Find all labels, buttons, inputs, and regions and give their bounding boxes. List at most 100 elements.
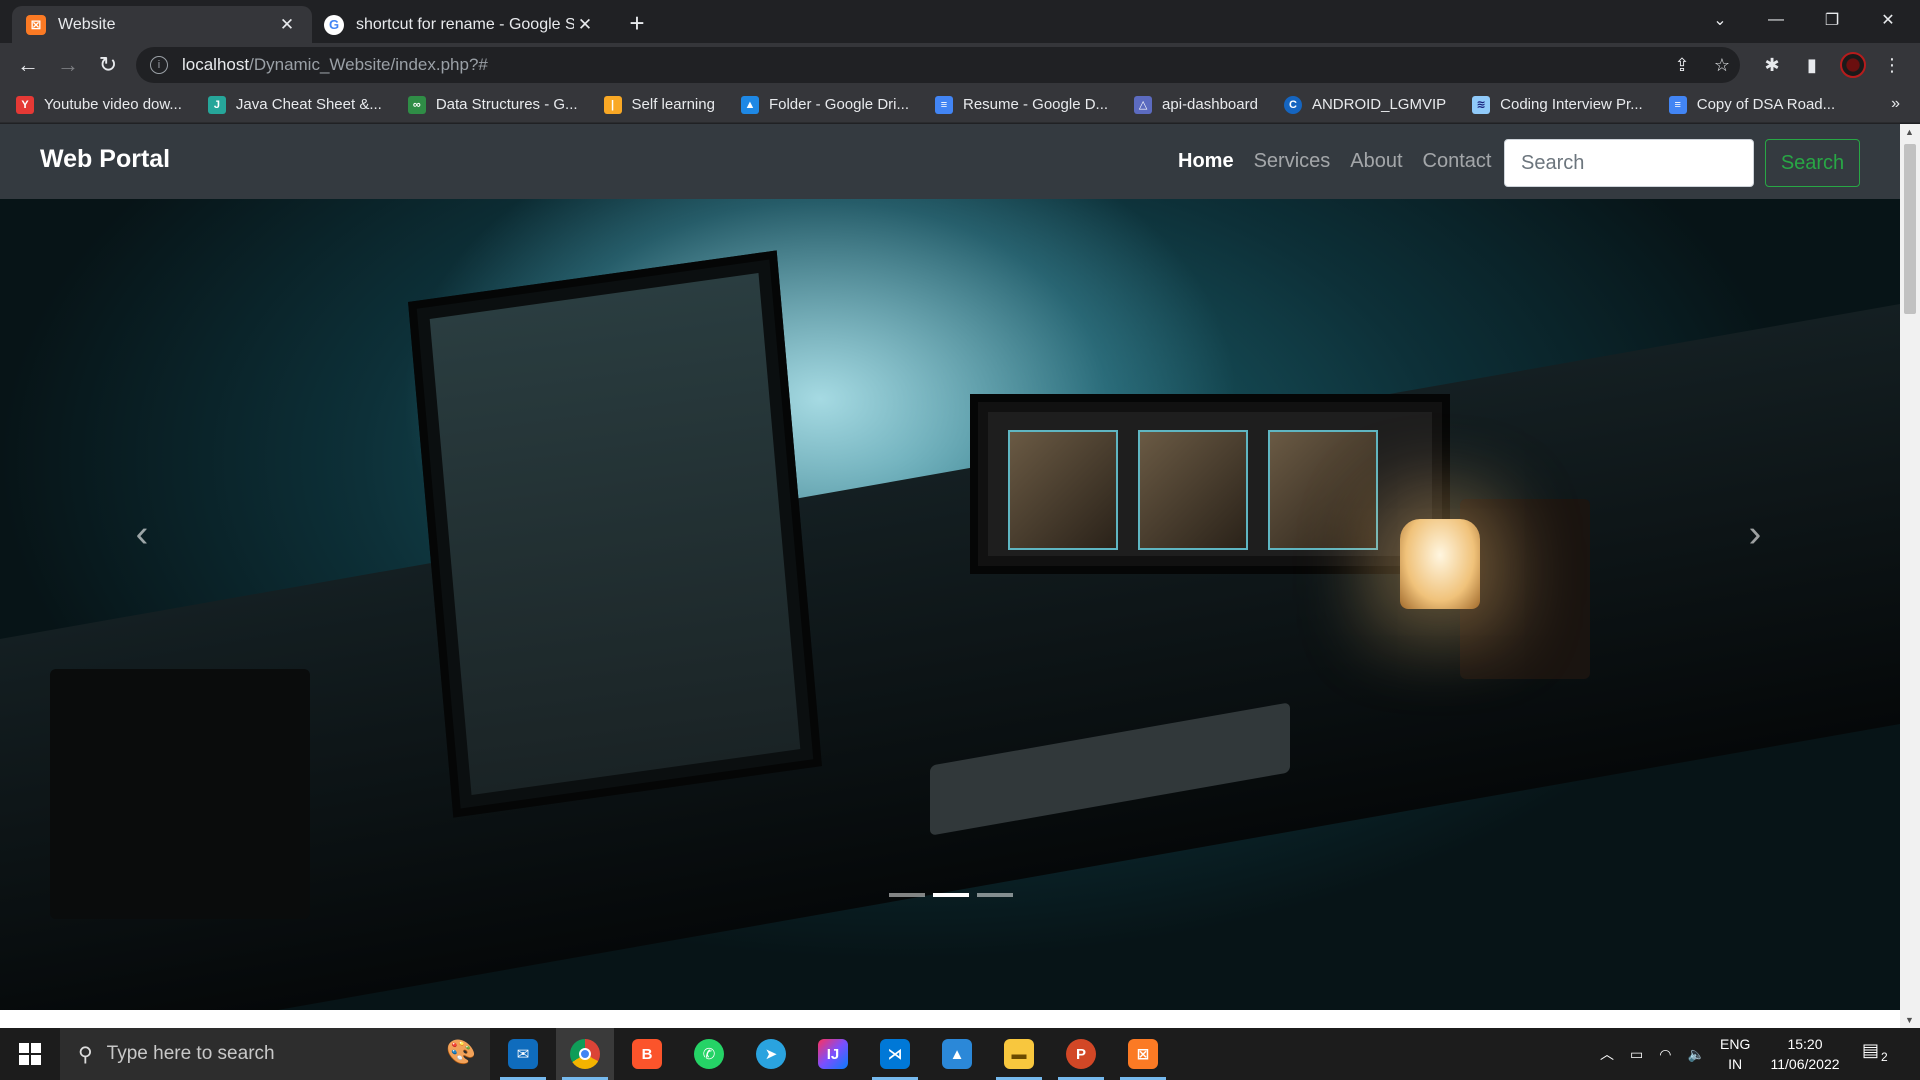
brave-app[interactable]: B	[618, 1028, 676, 1080]
notifications-icon[interactable]: ▤ 2	[1862, 1040, 1902, 1068]
intellij-icon: IJ	[818, 1039, 848, 1069]
minimize-button[interactable]: —	[1748, 0, 1804, 40]
google-icon: G	[324, 14, 344, 35]
volume-icon[interactable]: 🔈	[1687, 1046, 1704, 1063]
reload-button[interactable]: ↻	[92, 49, 124, 81]
brave-icon: B	[632, 1039, 662, 1069]
bookmarks-overflow-icon[interactable]: »	[1891, 95, 1900, 113]
tray-overflow-chevron-icon[interactable]: ︿	[1600, 1044, 1614, 1064]
side-panel-icon[interactable]: ▮	[1798, 51, 1826, 79]
share-icon[interactable]: ⇪	[1668, 51, 1696, 79]
site-search-input[interactable]	[1504, 139, 1754, 187]
tab-search-chevron-icon[interactable]: ⌄	[1692, 0, 1748, 40]
nav-link-about[interactable]: About	[1350, 150, 1402, 173]
close-icon[interactable]: ✕	[574, 14, 596, 36]
web-page: Web Portal Home Services About Contact S…	[0, 124, 1900, 1028]
extensions-icon[interactable]: ✱	[1758, 51, 1786, 79]
bookmark-label: Youtube video dow...	[44, 96, 182, 113]
bookmark-item[interactable]: ≋ Coding Interview Pr...	[1472, 95, 1643, 114]
bookmark-label: Folder - Google Dri...	[768, 96, 909, 113]
telegram-app[interactable]: ➤	[742, 1028, 800, 1080]
carousel-indicator[interactable]	[977, 893, 1013, 897]
bookmark-label: Java Cheat Sheet &...	[235, 96, 382, 113]
folder-icon: ▬	[1004, 1039, 1034, 1069]
chrome-app[interactable]	[556, 1028, 614, 1080]
chrome-icon	[570, 1039, 600, 1069]
file-explorer-app[interactable]: ▬	[990, 1028, 1048, 1080]
battery-icon[interactable]: ▭	[1630, 1046, 1643, 1063]
menu-kebab-icon[interactable]: ⋮	[1878, 51, 1906, 79]
wifi-icon[interactable]: ◠	[1659, 1046, 1671, 1063]
nav-link-home[interactable]: Home	[1178, 150, 1234, 173]
photos-app[interactable]: ▲	[928, 1028, 986, 1080]
bookmark-label: Self learning	[631, 96, 715, 113]
url-host: localhost	[182, 55, 250, 74]
bookmark-item[interactable]: | Self learning	[603, 95, 715, 114]
site-brand[interactable]: Web Portal	[40, 145, 170, 174]
desk-lamp	[1400, 519, 1480, 609]
taskbar-search[interactable]: ⚲ Type here to search 🎨	[60, 1028, 490, 1080]
c-icon: C	[1283, 95, 1302, 114]
bookmark-item[interactable]: ≡ Copy of DSA Road...	[1668, 95, 1835, 114]
tab-google-search[interactable]: G shortcut for rename - Google Se ✕	[310, 6, 610, 43]
restore-button[interactable]: ❐	[1804, 0, 1860, 40]
carousel-indicator[interactable]	[889, 893, 925, 897]
whatsapp-app[interactable]: ✆	[680, 1028, 738, 1080]
carousel-prev-icon[interactable]: ‹	[112, 504, 172, 564]
bookmark-item[interactable]: ∞ Data Structures - G...	[407, 95, 578, 114]
tab-website[interactable]: ⊠ Website ✕	[12, 6, 312, 43]
windows-taskbar: ⚲ Type here to search 🎨 ✉ B ✆ ➤ IJ ⋊ ▲ ▬…	[0, 1028, 1920, 1080]
page-scrollbar[interactable]: ▲ ▼	[1900, 124, 1920, 1028]
carousel-next-icon[interactable]: ›	[1725, 504, 1785, 564]
powerpoint-app[interactable]: P	[1052, 1028, 1110, 1080]
profile-avatar[interactable]	[1840, 52, 1866, 78]
bookmarks-bar: Y Youtube video dow... J Java Cheat Sheet …	[0, 87, 1920, 123]
site-info-icon[interactable]: i	[150, 56, 168, 74]
xampp-app[interactable]: ⊠	[1114, 1028, 1172, 1080]
bird-icon: Y	[16, 95, 34, 114]
scroll-down-icon[interactable]: ▼	[1905, 1015, 1914, 1025]
new-tab-button[interactable]: +	[622, 8, 652, 38]
forward-button[interactable]: →	[52, 49, 84, 81]
close-icon[interactable]: ✕	[276, 14, 298, 36]
nav-link-contact[interactable]: Contact	[1423, 150, 1492, 173]
speaker-left	[50, 669, 310, 919]
tab-title: shortcut for rename - Google Se	[356, 15, 574, 33]
start-button[interactable]	[0, 1028, 60, 1080]
site-search-button[interactable]: Search	[1765, 139, 1860, 187]
bookmark-item[interactable]: Y Youtube video dow...	[16, 95, 182, 114]
mail-icon: ✉	[508, 1039, 538, 1069]
nav-link-services[interactable]: Services	[1254, 150, 1331, 173]
address-bar[interactable]: i localhost/Dynamic_Website/index.php?#	[136, 47, 1740, 83]
xampp-icon: ⊠	[26, 14, 46, 35]
clock-date: 11/06/2022	[1770, 1056, 1840, 1072]
bookmark-item[interactable]: ≡ Resume - Google D...	[934, 95, 1108, 114]
search-icon: ⚲	[78, 1043, 93, 1066]
intellij-app[interactable]: IJ	[804, 1028, 862, 1080]
taskbar-clock[interactable]: 15:20 11/06/2022	[1770, 1034, 1840, 1074]
photos-icon: ▲	[942, 1039, 972, 1069]
browser-toolbar: ← → ↻ i localhost/Dynamic_Website/index.…	[0, 43, 1920, 87]
wide-monitor	[970, 394, 1450, 574]
bookmark-star-icon[interactable]: ☆	[1708, 51, 1736, 79]
nav-links: Home Services About Contact	[1178, 150, 1511, 173]
powerpoint-icon: P	[1066, 1039, 1096, 1069]
scroll-up-icon[interactable]: ▲	[1905, 127, 1914, 137]
carousel-indicator[interactable]	[933, 893, 969, 897]
clock-time: 15:20	[1787, 1036, 1823, 1052]
language-indicator[interactable]: ENG IN	[1720, 1034, 1750, 1074]
bookmark-item[interactable]: ▲ Folder - Google Dri...	[740, 95, 909, 114]
close-window-button[interactable]: ✕	[1860, 0, 1916, 40]
search-highlight-icon: 🎨	[446, 1039, 476, 1066]
mail-app[interactable]: ✉	[494, 1028, 552, 1080]
site-navbar: Web Portal Home Services About Contact S…	[0, 124, 1900, 199]
bookmark-item[interactable]: J Java Cheat Sheet &...	[207, 95, 382, 114]
back-button[interactable]: ←	[12, 49, 44, 81]
triangle-icon: △	[1134, 95, 1153, 114]
tab-strip: ⊠ Website ✕ G shortcut for rename - Goog…	[0, 0, 1920, 43]
vscode-app[interactable]: ⋊	[866, 1028, 924, 1080]
bookmark-item[interactable]: C ANDROID_LGMVIP	[1283, 95, 1446, 114]
scrollbar-thumb[interactable]	[1904, 144, 1916, 314]
bookmark-item[interactable]: △ api-dashboard	[1134, 95, 1258, 114]
bars-icon: |	[603, 95, 622, 114]
